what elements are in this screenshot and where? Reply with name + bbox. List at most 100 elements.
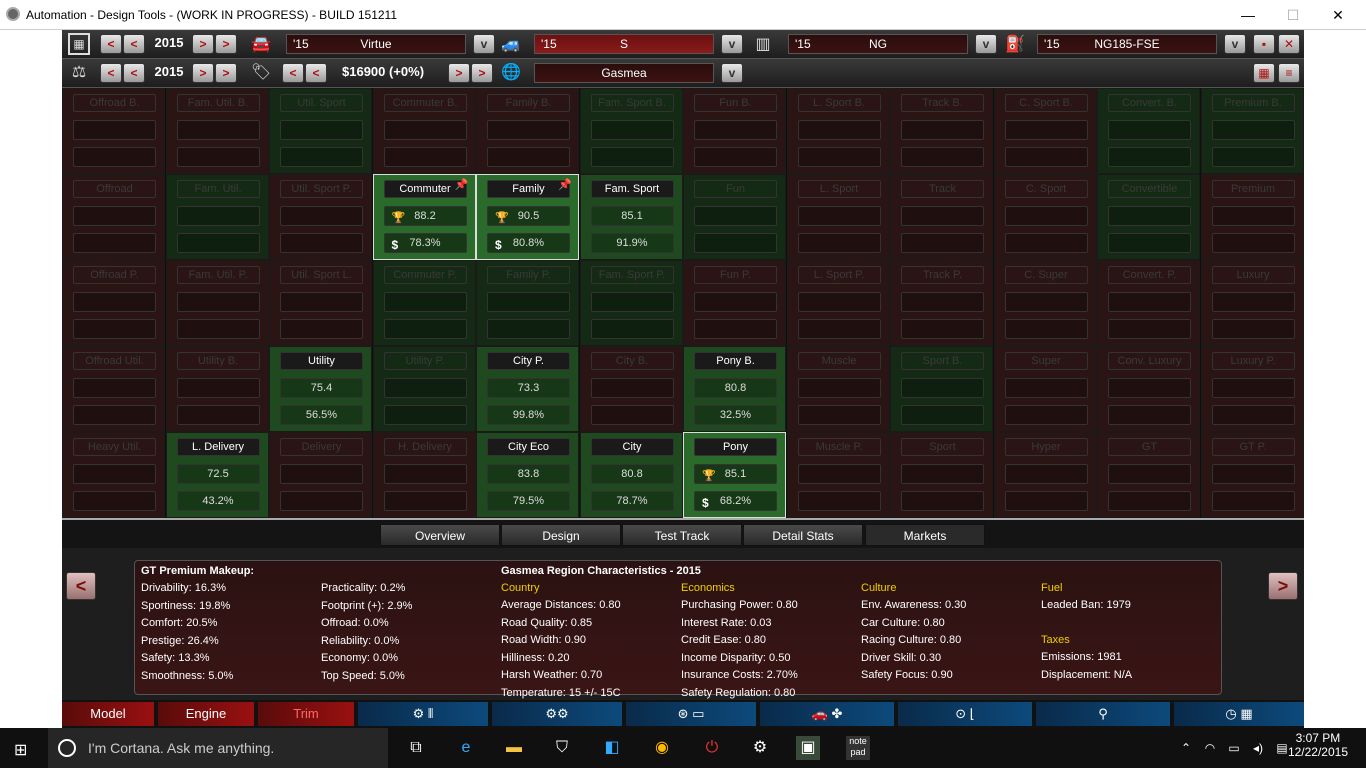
tray-chevron-icon[interactable]: ⌃ [1174, 736, 1198, 760]
market-cell[interactable]: Fam. Sport 85.1 91.9% [579, 174, 683, 260]
chassis-select[interactable]: '15 NG [788, 34, 968, 54]
market-cell[interactable]: Family B. [476, 88, 579, 174]
market-cell[interactable]: C. Super [993, 260, 1097, 346]
market-cell[interactable]: L. Sport B. [786, 88, 890, 174]
market-cell[interactable]: Convertible [1097, 174, 1200, 260]
delete-icon[interactable]: ✕ [1278, 34, 1300, 54]
steam-icon[interactable]: ⚙ [748, 736, 772, 760]
market-cell[interactable]: Offroad Util. [62, 346, 165, 432]
market-cell[interactable]: Muscle [786, 346, 890, 432]
market-cell[interactable]: Fun [683, 174, 786, 260]
notepad-icon[interactable]: note pad [846, 736, 870, 760]
nav-model[interactable]: Model [62, 702, 154, 726]
market-cell[interactable]: Super [993, 346, 1097, 432]
market-cell[interactable]: Utility 75.4 56.5% [269, 346, 372, 432]
file-explorer-icon[interactable]: ▬ [502, 736, 526, 760]
market-cell[interactable]: Commuter B. [372, 88, 476, 174]
market-cell[interactable]: Premium B. [1200, 88, 1304, 174]
market-cell[interactable]: Offroad P. [62, 260, 165, 346]
network-icon[interactable]: ◠ [1198, 736, 1222, 760]
nav-interior-icon[interactable]: ⊙ ⌊ [898, 702, 1032, 726]
market-cell[interactable]: Fam. Util. [165, 174, 269, 260]
minimize-button[interactable]: — [1238, 5, 1258, 25]
maximize-button[interactable]: ☐ [1283, 5, 1303, 25]
engine-dropdown-button[interactable]: v [1224, 34, 1246, 54]
market-cell[interactable]: C. Sport [993, 174, 1097, 260]
market-cell[interactable]: Convert. P. [1097, 260, 1200, 346]
market-cell[interactable]: Sport [890, 432, 993, 518]
nav-engine-tuning-icon[interactable]: ⚙ ⫴ [358, 702, 488, 726]
market-cell[interactable]: City 80.8 78.7% [579, 432, 683, 518]
market-cell[interactable]: Util. Sport [269, 88, 372, 174]
market-cell[interactable]: Premium [1200, 174, 1304, 260]
market-cell[interactable]: Luxury P. [1200, 346, 1304, 432]
automation-game-icon[interactable]: ▣ [796, 736, 820, 760]
market-cell[interactable]: Fam. Util. B. [165, 88, 269, 174]
market-cell[interactable]: Utility B. [165, 346, 269, 432]
year-back-button[interactable]: < [123, 34, 145, 54]
close-button[interactable]: ✕ [1328, 5, 1348, 25]
market-cell[interactable]: Muscle P. [786, 432, 890, 518]
market-cell[interactable]: City P. 73.3 99.8% [476, 346, 579, 432]
pin-icon[interactable]: 📌 [558, 178, 572, 191]
market-cell[interactable]: Heavy Util. [62, 432, 165, 518]
chrome-icon[interactable]: ◉ [650, 736, 674, 760]
market-cell[interactable]: GT P. [1200, 432, 1304, 518]
market-cell[interactable]: Util. Sport P. [269, 174, 372, 260]
market-cell[interactable]: Convert. B. [1097, 88, 1200, 174]
market-cell[interactable]: Luxury [1200, 260, 1304, 346]
trim-dropdown-button[interactable]: v [721, 34, 743, 54]
market-cell[interactable]: Utility P. [372, 346, 476, 432]
app-icon-1[interactable]: ◧ [600, 736, 624, 760]
edge-icon[interactable]: e [454, 736, 478, 760]
market-cell[interactable]: Track [890, 174, 993, 260]
price-up-button[interactable]: > [448, 63, 470, 83]
market-cell[interactable]: L. Delivery 72.5 43.2% [165, 432, 269, 518]
tab-test-track[interactable]: Test Track [622, 524, 742, 546]
nav-body-icon[interactable]: ⊛ ▭ [626, 702, 756, 726]
year2-forward-far-button[interactable]: > [215, 63, 237, 83]
nav-finish-icon[interactable]: ◷ ▦ [1174, 702, 1304, 726]
tab-overview[interactable]: Overview [380, 524, 500, 546]
market-cell[interactable]: Fun P. [683, 260, 786, 346]
engine-select[interactable]: '15 NG185-FSE [1037, 34, 1217, 54]
market-cell[interactable]: L. Sport P. [786, 260, 890, 346]
market-cell[interactable]: Delivery [269, 432, 372, 518]
market-cell[interactable]: Fam. Sport B. [579, 88, 683, 174]
market-cell[interactable]: Offroad [62, 174, 165, 260]
market-cell[interactable]: Track P. [890, 260, 993, 346]
region-dropdown-button[interactable]: v [721, 63, 743, 83]
nav-wheels-icon[interactable]: ⚙⚙ [492, 702, 622, 726]
cortana-search[interactable]: I'm Cortana. Ask me anything. [48, 728, 388, 768]
list-view-icon[interactable]: ≡ [1278, 63, 1300, 83]
market-cell[interactable]: Family 📌 90.5 🏆 80.8% $ [476, 174, 579, 260]
store-icon[interactable]: ⛉ [550, 736, 574, 760]
year2-back-button[interactable]: < [123, 63, 145, 83]
tab-markets[interactable]: Markets [865, 524, 985, 546]
market-cell[interactable]: Conv. Luxury [1097, 346, 1200, 432]
region-select[interactable]: Gasmea [534, 63, 714, 83]
tab-detail-stats[interactable]: Detail Stats [743, 524, 863, 546]
market-cell[interactable]: Util. Sport L. [269, 260, 372, 346]
year-back-far-button[interactable]: < [100, 34, 122, 54]
market-cell[interactable]: Commuter 📌 88.2 🏆 78.3% $ [372, 174, 476, 260]
market-cell[interactable]: City B. [579, 346, 683, 432]
grid-view-icon[interactable]: ▦ [1253, 63, 1275, 83]
market-cell[interactable]: Commuter P. [372, 260, 476, 346]
model-select[interactable]: '15 Virtue [286, 34, 466, 54]
market-cell[interactable]: Fam. Util. P. [165, 260, 269, 346]
market-cell[interactable]: Track B. [890, 88, 993, 174]
next-button[interactable]: > [1268, 572, 1298, 600]
power-app-icon[interactable]: ⏻ [700, 736, 724, 760]
market-cell[interactable]: Offroad B. [62, 88, 165, 174]
prev-button[interactable]: < [66, 572, 96, 600]
market-cell[interactable]: Sport B. [890, 346, 993, 432]
market-cell[interactable]: Family P. [476, 260, 579, 346]
tab-design[interactable]: Design [501, 524, 621, 546]
market-cell[interactable]: Hyper [993, 432, 1097, 518]
market-cell[interactable]: H. Delivery [372, 432, 476, 518]
price-up-far-button[interactable]: > [471, 63, 493, 83]
market-cell[interactable]: Fam. Sport P. [579, 260, 683, 346]
market-cell[interactable]: GT [1097, 432, 1200, 518]
market-cell[interactable]: Fun B. [683, 88, 786, 174]
